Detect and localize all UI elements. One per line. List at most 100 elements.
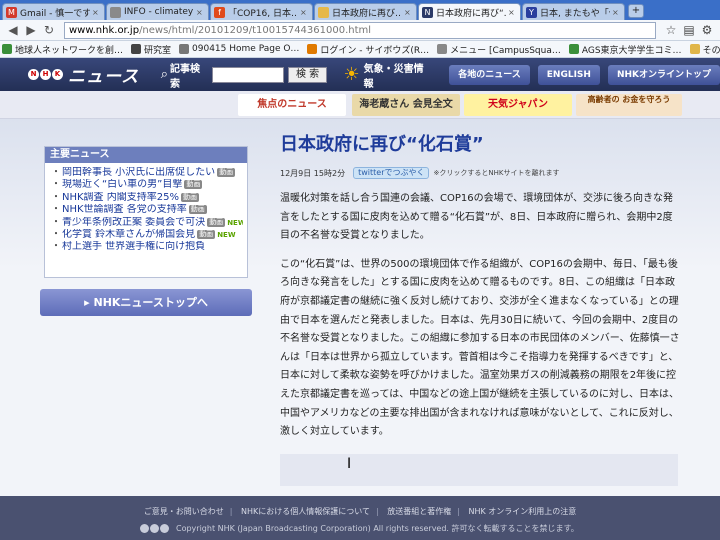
footer-copyright: Copyright NHK (Japan Broadcasting Corpor… — [140, 523, 579, 534]
bullet-icon: ・ — [51, 229, 61, 241]
banner-tenki-japan[interactable]: 天気ジャパン — [464, 94, 572, 116]
nhk-news-top-button[interactable]: ▸ NHKニューストップへ — [40, 289, 252, 316]
browser-tab[interactable]: 日本政府に再び… × — [314, 3, 417, 20]
bookmark-label: ログイン - サイボウズ(R… — [320, 45, 430, 56]
bookmark-label: 090415 Home Page O… — [192, 44, 300, 54]
new-badge: NEW — [227, 218, 243, 227]
bookmark-item[interactable]: 地球人ネットワークを創… — [2, 43, 123, 56]
wrench-icon[interactable]: ⚙ — [698, 23, 716, 37]
bullet-icon: ・ — [51, 179, 61, 191]
twitter-note: ※クリックするとNHKサイトを離れます — [433, 169, 560, 177]
magnifier-icon: ⌕ — [160, 67, 168, 82]
bullet-icon: ・ — [51, 191, 61, 203]
nhk-logo-k-icon: K — [52, 69, 63, 80]
search-button[interactable]: 検 索 — [287, 66, 328, 83]
top-news-item[interactable]: ・NHK世論調査 各党の支持率 動画 — [51, 204, 243, 216]
search-input[interactable] — [211, 66, 284, 83]
nav-online-top[interactable]: NHKオンライントップ — [607, 64, 720, 85]
footer-link-copyright[interactable]: 放送番組と著作権 — [387, 507, 451, 516]
article: 日本政府に再び“化石賞” 12月9日 15時2分 twitterでつぶやく ※ク… — [280, 132, 680, 492]
browser-tab[interactable]: INFO - climatey…× — [106, 3, 209, 20]
tab-label: 日本, またもや「化… — [540, 8, 610, 19]
nav-local-news[interactable]: 各地のニュース — [449, 64, 530, 85]
video-badge-icon: 動画 — [184, 180, 203, 190]
bookmark-label: AGS東京大学学生コミ… — [581, 45, 682, 56]
bookmark-item[interactable]: AGS東京大学学生コミ… — [568, 43, 682, 56]
new-badge: NEW — [217, 231, 236, 240]
twitter-button[interactable]: twitterでつぶやく — [353, 167, 430, 179]
bookmark-item[interactable]: メニュー [CampusSqua… — [437, 43, 561, 56]
bookmark-favicon-icon — [307, 44, 318, 54]
browser-tab[interactable]: Y日本, またもや「化…× — [522, 3, 625, 20]
top-news-item[interactable]: ・村上選手 世界選手権に向け抱負 — [51, 241, 243, 253]
banner-strip: 焦点のニュース 海老蔵さん 会見全文 天気ジャパン 高齢者の お金を守ろう — [0, 91, 720, 119]
article-paragraph-1: 温暖化対策を話し合う国連の会議、COP16の会場で、環境団体が、交渉に後ろ向きな… — [280, 193, 674, 242]
article-title: 日本政府に再び“化石賞” — [280, 134, 484, 155]
bookmark-item[interactable]: 090415 Home Page O… — [179, 44, 299, 54]
bookmark-label: 地球人ネットワークを創… — [15, 45, 124, 56]
tab-close-icon[interactable]: × — [92, 8, 101, 17]
nav-english[interactable]: ENGLISH — [537, 64, 600, 85]
other-bookmarks[interactable]: その他のブックマーク — [689, 43, 720, 56]
banner-elderly-money[interactable]: 高齢者の お金を守ろう — [576, 94, 682, 116]
reload-icon[interactable]: ↻ — [40, 22, 58, 39]
bookmarks-bar: 地球人ネットワークを創… 研究室 090415 Home Page O… ログイン -… — [0, 41, 720, 58]
top-news-heading: 主要ニュース — [45, 147, 247, 163]
weather-label: 気象・災害情報 — [363, 63, 424, 90]
article-date: 12月9日 15時2分 — [280, 168, 346, 178]
tab-favicon-icon: Y — [526, 6, 537, 18]
tab-close-icon[interactable]: × — [508, 8, 517, 17]
url-path: /news/html/20101209/t10015744361000.html — [139, 24, 372, 36]
tab-close-icon[interactable]: × — [404, 8, 413, 17]
top-news-item[interactable]: ・青少年条例改正案 委員会で可決 動画 NEW — [51, 217, 243, 229]
browser-toolbar: ◀ ▶ ↻ www.nhk.or.jp/news/html/20101209/t… — [0, 20, 720, 41]
url-host: www.nhk.or.jp — [69, 24, 140, 36]
top-news-item[interactable]: ・化学賞 鈴木章さんが帰国会見 動画 NEW — [51, 229, 243, 241]
new-tab-button[interactable]: + — [628, 4, 644, 18]
footer-link-contact[interactable]: ご意見・お問い合わせ — [144, 507, 224, 516]
copyright-text: Copyright NHK (Japan Broadcasting Corpor… — [176, 524, 579, 533]
forward-icon[interactable]: ▶ — [22, 22, 40, 39]
tab-label: 日本政府に再び… — [332, 8, 402, 19]
nhk-footer-logo-icon — [140, 524, 170, 533]
bookmark-item[interactable]: ログイン - サイボウズ(R… — [307, 43, 429, 56]
top-news-item[interactable]: ・岡田幹事長 小沢氏に出席促したい 動画 — [51, 167, 243, 179]
tab-close-icon[interactable]: × — [196, 8, 205, 17]
article-search: ⌕ 記事検索 検 索 — [161, 60, 328, 90]
browser-tab[interactable]: N 日本政府に再び“… × — [418, 3, 521, 20]
footer-link-privacy[interactable]: NHKにおける個人情報保護について — [241, 507, 370, 516]
top-news-item[interactable]: ・NHK調査 内閣支持率25% 動画 — [51, 192, 243, 204]
top-news-list: ・岡田幹事長 小沢氏に出席促したい 動画 ・現場近く“白い車の男”目撃 動画 ・NHK調… — [45, 163, 247, 254]
video-badge-icon: 動画 — [207, 217, 226, 227]
bookmark-item[interactable]: 研究室 — [131, 43, 171, 56]
bullet-icon: ・ — [51, 241, 61, 253]
tab-close-icon[interactable]: × — [612, 8, 621, 17]
top-news-item-text: 村上選手 世界選手権に向け抱負 — [62, 241, 206, 253]
nhk-logo-h-icon: H — [40, 69, 51, 80]
bookmark-favicon-icon — [131, 44, 142, 54]
bookmark-label: メニュー [CampusSqua… — [450, 45, 561, 56]
footer-links: ご意見・お問い合わせ | NHKにおける個人情報保護について | 放送番組と著作権 |… — [143, 507, 577, 516]
browser-tab[interactable]: MGmail - 慎一です…× — [2, 3, 105, 20]
banner-ebizo-press[interactable]: 海老蔵さん 会見全文 — [352, 94, 460, 116]
top-news-item-text: 岡田幹事長 小沢氏に出席促したい — [62, 167, 216, 178]
banner-focus-news[interactable]: 焦点のニュース — [238, 94, 346, 116]
top-news-item[interactable]: ・現場近く“白い車の男”目撃 動画 — [51, 179, 243, 191]
address-bar[interactable]: www.nhk.or.jp/news/html/20101209/t100157… — [64, 21, 656, 39]
tab-close-icon[interactable]: × — [300, 8, 309, 17]
bookmark-star-icon[interactable]: ☆ — [662, 23, 680, 37]
tab-favicon-icon: f — [214, 6, 225, 18]
weather-link[interactable]: ☀ 気象・災害情報 — [343, 60, 431, 90]
browser-tab[interactable]: f 「COP16, 日本… × — [210, 3, 313, 20]
bookmark-favicon-icon — [437, 44, 448, 54]
other-bookmarks-label: その他のブックマーク — [702, 45, 720, 56]
footer-link-terms[interactable]: NHK オンライン利用上の注意 — [468, 507, 576, 516]
tab-label: Gmail - 慎一です… — [20, 8, 90, 19]
back-icon[interactable]: ◀ — [4, 22, 22, 39]
bookmark-favicon-icon — [2, 44, 12, 54]
bullet-icon: ・ — [51, 204, 61, 216]
page-menu-icon[interactable]: ▤ — [680, 23, 698, 37]
nhk-header: N H K ニュース ⌕ 記事検索 検 索 ☀ 気象・災害情報 各地のニュース … — [0, 58, 720, 91]
bullet-icon: ・ — [51, 216, 61, 228]
nhk-news-logo[interactable]: N H K ニュース — [28, 63, 149, 87]
